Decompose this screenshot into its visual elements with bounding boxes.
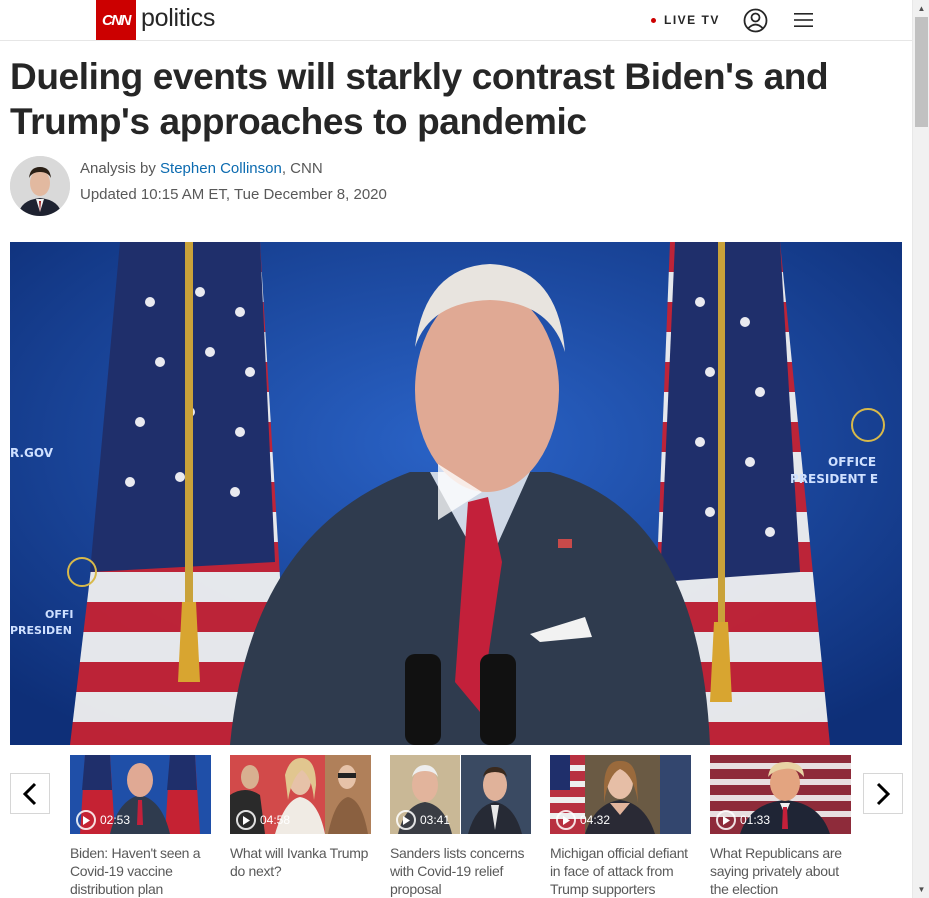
video-title[interactable]: Biden: Haven't seen a Covid-19 vaccine d… bbox=[70, 844, 211, 898]
play-circle-icon bbox=[396, 810, 416, 830]
live-indicator-icon bbox=[651, 18, 656, 23]
chevron-right-icon bbox=[876, 782, 891, 805]
video-card[interactable]: 04:32 Michigan official defiant in face … bbox=[550, 755, 691, 898]
video-player[interactable]: R.GOV OFFICE PRESIDENT E OFFI PRESIDEN bbox=[10, 242, 902, 745]
author-link[interactable]: Stephen Collinson bbox=[160, 160, 282, 177]
video-title[interactable]: Sanders lists concerns with Covid-19 rel… bbox=[390, 844, 531, 898]
duration-badge: 04:58 bbox=[236, 810, 290, 830]
play-circle-icon bbox=[236, 810, 256, 830]
video-title[interactable]: Michigan official defiant in face of att… bbox=[550, 844, 691, 898]
carousel-prev-button[interactable] bbox=[10, 773, 50, 814]
live-tv-link[interactable]: LIVE TV bbox=[664, 13, 720, 27]
svg-text:R.GOV: R.GOV bbox=[10, 446, 54, 460]
duration-badge: 04:32 bbox=[556, 810, 610, 830]
svg-text:PRESIDEN: PRESIDEN bbox=[10, 624, 72, 637]
video-title[interactable]: What Republicans are saying privately ab… bbox=[710, 844, 851, 898]
author-photo bbox=[10, 156, 70, 216]
svg-text:OFFICE: OFFICE bbox=[828, 455, 876, 469]
video-thumbnail[interactable]: 04:58 bbox=[230, 755, 371, 834]
article-headline: Dueling events will starkly contrast Bid… bbox=[10, 56, 829, 142]
play-icon[interactable] bbox=[430, 462, 490, 522]
video-card[interactable]: 04:58 What will Ivanka Trump do next? bbox=[230, 755, 371, 880]
duration-badge: 02:53 bbox=[76, 810, 130, 830]
byline-suffix: , CNN bbox=[281, 160, 323, 177]
video-card[interactable]: 03:41 Sanders lists concerns with Covid-… bbox=[390, 755, 531, 898]
video-thumbnail[interactable]: 03:41 bbox=[390, 755, 531, 834]
cnn-logo[interactable]: CNN bbox=[96, 0, 136, 40]
scroll-up-icon[interactable]: ▲ bbox=[913, 0, 929, 17]
duration-badge: 01:33 bbox=[716, 810, 770, 830]
duration-text: 01:33 bbox=[740, 813, 771, 827]
duration-badge: 03:41 bbox=[396, 810, 450, 830]
duration-text: 04:58 bbox=[260, 813, 291, 827]
scroll-thumb[interactable] bbox=[915, 17, 928, 127]
duration-text: 04:32 bbox=[580, 813, 611, 827]
section-name[interactable]: politics bbox=[141, 4, 215, 33]
duration-text: 03:41 bbox=[420, 813, 451, 827]
video-thumbnail[interactable]: 02:53 bbox=[70, 755, 211, 834]
scroll-down-icon[interactable]: ▼ bbox=[913, 881, 929, 898]
play-circle-icon bbox=[716, 810, 736, 830]
play-circle-icon bbox=[556, 810, 576, 830]
author-avatar[interactable] bbox=[10, 156, 70, 216]
video-thumbnail[interactable]: 04:32 bbox=[550, 755, 691, 834]
play-circle-icon bbox=[76, 810, 96, 830]
updated-timestamp: Updated 10:15 AM ET, Tue December 8, 202… bbox=[80, 186, 387, 203]
video-thumbnail[interactable]: 01:33 bbox=[710, 755, 851, 834]
byline-prefix: Analysis by bbox=[80, 160, 156, 177]
svg-text:OFFI: OFFI bbox=[45, 608, 73, 621]
logo-text: CNN bbox=[102, 11, 132, 29]
carousel-next-button[interactable] bbox=[863, 773, 903, 814]
svg-text:PRESIDENT E: PRESIDENT E bbox=[790, 472, 878, 486]
video-title[interactable]: What will Ivanka Trump do next? bbox=[230, 844, 371, 880]
duration-text: 02:53 bbox=[100, 813, 131, 827]
page-scrollbar[interactable]: ▲ ▼ bbox=[912, 0, 929, 898]
chevron-left-icon bbox=[22, 782, 37, 805]
site-header: CNN politics LIVE TV bbox=[0, 0, 912, 41]
byline: Analysis by Stephen Collinson, CNN bbox=[80, 160, 323, 178]
video-card[interactable]: 02:53 Biden: Haven't seen a Covid-19 vac… bbox=[70, 755, 211, 898]
user-icon[interactable] bbox=[743, 8, 768, 33]
video-card[interactable]: 01:33 What Republicans are saying privat… bbox=[710, 755, 851, 898]
menu-icon[interactable] bbox=[794, 11, 813, 29]
